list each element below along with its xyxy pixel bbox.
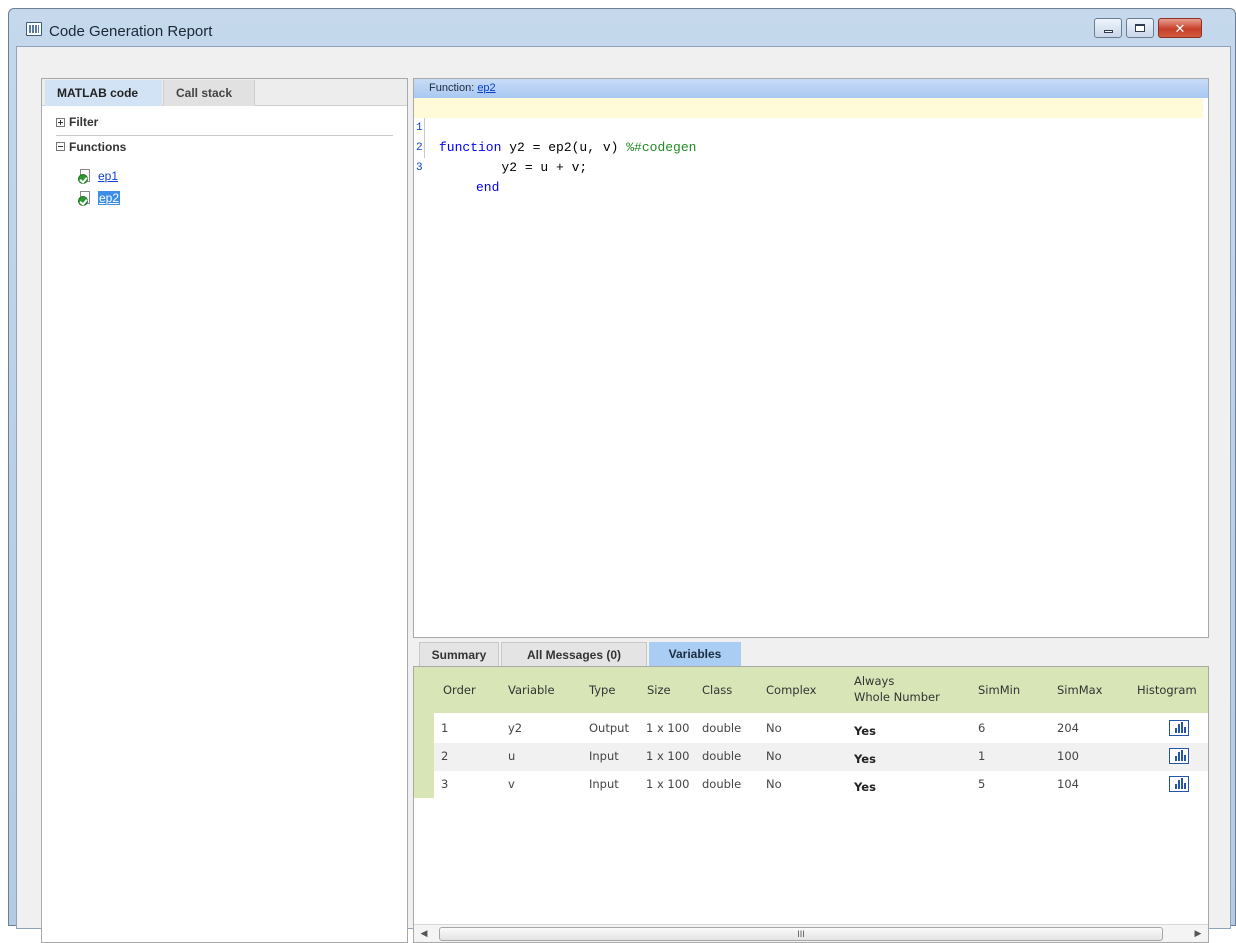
cell-complex: No (766, 721, 782, 735)
app-window: Code Generation Report ✕ MATLAB code Cal… (8, 8, 1236, 943)
cell-complex: No (766, 777, 782, 791)
cell-complex: No (766, 749, 782, 763)
cell-order: 1 (441, 721, 449, 735)
tab-matlab-code[interactable]: MATLAB code (45, 80, 162, 106)
code-line: 3 end (414, 138, 1203, 195)
minimize-button[interactable] (1094, 18, 1122, 38)
tab-summary[interactable]: Summary (419, 642, 499, 666)
row-selector-strip (414, 667, 434, 798)
code-header: Function: ep2 (414, 79, 1208, 98)
navigation-panel: MATLAB code Call stack Filter Functions … (41, 78, 408, 943)
column-header-order[interactable]: Order (443, 683, 476, 697)
function-item-ep1[interactable]: ep1 (78, 167, 118, 185)
function-link-ep2[interactable]: ep2 (98, 191, 121, 205)
cell-variable: v (508, 777, 515, 791)
function-link-ep1[interactable]: ep1 (98, 169, 118, 183)
expand-icon[interactable] (56, 117, 65, 127)
column-header-complex[interactable]: Complex (766, 683, 816, 697)
cell-simmin: 6 (978, 721, 986, 735)
function-file-icon (78, 168, 92, 184)
title-bar[interactable]: Code Generation Report ✕ (9, 9, 1235, 45)
tab-all-messages[interactable]: All Messages (0) (501, 642, 647, 666)
function-item-ep2[interactable]: ep2 (78, 189, 121, 207)
client-area: MATLAB code Call stack Filter Functions … (16, 46, 1231, 943)
histogram-icon[interactable] (1169, 776, 1189, 792)
cell-class: double (702, 777, 742, 791)
column-header-variable[interactable]: Variable (508, 683, 555, 697)
cell-size: 1 x 100 (646, 777, 690, 791)
cell-order: 3 (441, 777, 449, 791)
maximize-button[interactable] (1126, 18, 1154, 38)
table-header: Order Variable Type Size Class Complex A… (414, 667, 1208, 713)
code-line: 1 function y2 = ep2(u, v) %#codegen (414, 98, 1203, 155)
cell-order: 2 (441, 749, 449, 763)
column-header-simmin[interactable]: SimMin (978, 683, 1020, 697)
column-header-always-line1: Always (854, 674, 895, 688)
scroll-right-icon[interactable]: ▶ (1190, 925, 1206, 942)
cell-type: Input (589, 749, 619, 763)
cell-variable: u (508, 749, 516, 763)
cell-type: Input (589, 777, 619, 791)
table-row[interactable]: 1 y2 Output 1 x 100 double No Yes 6 204 (434, 715, 1208, 743)
function-header-link[interactable]: ep2 (477, 82, 495, 94)
column-header-type[interactable]: Type (589, 683, 615, 697)
cell-type: Output (589, 721, 629, 735)
cell-simmin: 5 (978, 777, 986, 791)
column-header-simmax[interactable]: SimMax (1057, 683, 1102, 697)
navigation-tabs: MATLAB code Call stack (42, 79, 407, 106)
close-icon: ✕ (1174, 20, 1186, 36)
cell-always-whole-number: Yes (854, 752, 876, 766)
app-icon (26, 22, 42, 36)
tab-call-stack[interactable]: Call stack (163, 80, 255, 106)
table-row[interactable]: 3 v Input 1 x 100 double No Yes 5 104 (434, 771, 1208, 799)
functions-node[interactable]: Functions (56, 135, 393, 157)
cell-size: 1 x 100 (646, 721, 690, 735)
code-panel: Function: ep2 1 function y2 = ep2(u, v) … (413, 78, 1209, 638)
code-viewer[interactable]: 1 function y2 = ep2(u, v) %#codegen 2 y2… (414, 98, 1208, 637)
cell-always-whole-number: Yes (854, 724, 876, 738)
cell-simmax: 204 (1057, 721, 1079, 735)
histogram-icon[interactable] (1169, 748, 1189, 764)
minimize-icon (1103, 30, 1113, 33)
collapse-icon[interactable] (56, 142, 65, 151)
code-keyword: end (476, 180, 500, 195)
column-header-class[interactable]: Class (702, 683, 732, 697)
scrollbar-thumb[interactable]: III (439, 927, 1163, 941)
cell-size: 1 x 100 (646, 749, 690, 763)
column-header-always-whole-number[interactable]: Always Whole Number (854, 673, 940, 705)
function-file-icon (78, 190, 92, 206)
function-header-label: Function: (429, 82, 475, 94)
cell-simmax: 104 (1057, 777, 1079, 791)
code-line: 2 y2 = u + v; (414, 118, 1203, 175)
close-button[interactable]: ✕ (1158, 18, 1202, 38)
tab-variables[interactable]: Variables (649, 642, 741, 666)
filter-label: Filter (69, 115, 99, 129)
cell-simmax: 100 (1057, 749, 1079, 763)
cell-simmin: 1 (978, 749, 986, 763)
column-header-histogram[interactable]: Histogram (1137, 683, 1197, 697)
cell-class: double (702, 721, 742, 735)
variables-table: Order Variable Type Size Class Complex A… (413, 666, 1209, 943)
window-title: Code Generation Report (49, 23, 213, 40)
maximize-icon (1135, 24, 1145, 32)
cell-variable: y2 (508, 721, 523, 735)
filter-node[interactable]: Filter (56, 111, 393, 133)
horizontal-scrollbar[interactable]: ◀ III ▶ (414, 924, 1208, 942)
table-row[interactable]: 2 u Input 1 x 100 double No Yes 1 100 (434, 743, 1208, 771)
column-header-always-line2: Whole Number (854, 690, 940, 704)
histogram-icon[interactable] (1169, 720, 1189, 736)
scroll-left-icon[interactable]: ◀ (416, 925, 432, 942)
line-number: 3 (416, 162, 423, 174)
report-panel: Summary All Messages (0) Variables Order… (413, 638, 1209, 943)
column-header-size[interactable]: Size (647, 683, 671, 697)
functions-label: Functions (69, 139, 127, 154)
cell-always-whole-number: Yes (854, 780, 876, 794)
cell-class: double (702, 749, 742, 763)
